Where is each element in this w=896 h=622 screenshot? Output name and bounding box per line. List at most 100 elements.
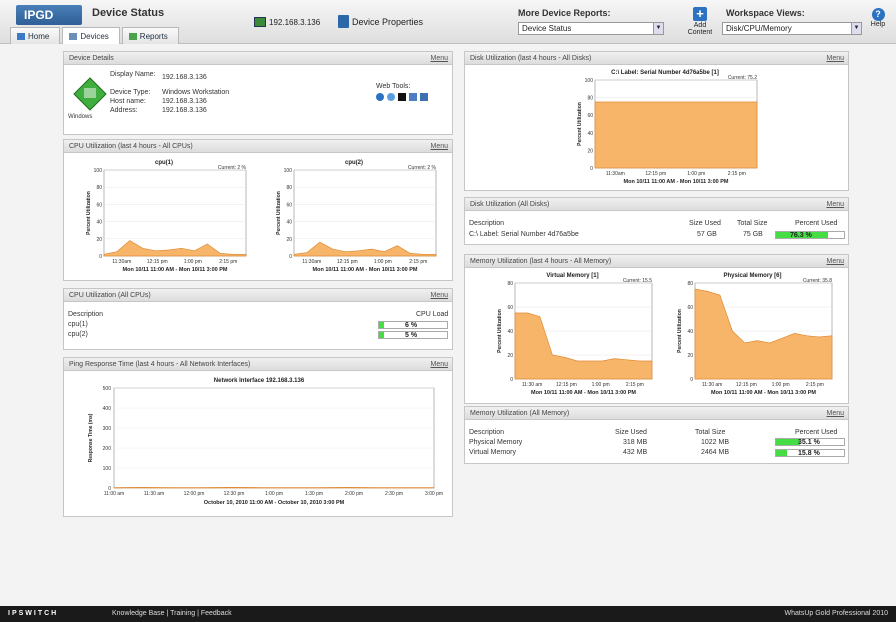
panel-menu-link[interactable]: Menu	[826, 407, 844, 420]
panel-menu-link[interactable]: Menu	[430, 52, 448, 65]
panel-header: CPU Utilization (All CPUs) Menu	[64, 289, 452, 302]
panel-menu-link[interactable]: Menu	[826, 255, 844, 268]
cpu-load-cell: 6 %	[378, 321, 448, 329]
y-tick-label: 60	[286, 202, 292, 208]
cpu-2-chart: cpu(2)Current: 2 %020406080100Percent Ut…	[276, 160, 437, 273]
panel-title: Disk Utilization (All Disks)	[470, 201, 550, 208]
panel-menu-link[interactable]: Menu	[430, 289, 448, 302]
x-range-label: Mon 10/11 11:00 AM - Mon 10/11 3:00 PM	[711, 390, 816, 396]
memory-percent-value: 35.1 %	[798, 439, 820, 446]
help-button[interactable]: ? Help	[866, 8, 890, 28]
memory-row-used: 432 MB	[623, 449, 648, 456]
product-name: WhatsUp Gold Professional 2010	[784, 610, 889, 617]
chart-area-series	[594, 101, 758, 169]
tab-home-label: Home	[28, 31, 50, 41]
tab-reports[interactable]: Reports	[121, 27, 179, 44]
disk-row-used: 57 GB	[697, 231, 717, 238]
page-title: Device Status	[92, 7, 165, 19]
cpu-load-bar	[379, 332, 385, 338]
cpu-load-value: 5 %	[405, 332, 418, 339]
x-range-label: Mon 10/11 11:00 AM - Mon 10/11 3:00 PM	[313, 267, 418, 273]
terminal-icon[interactable]	[398, 93, 406, 101]
x-tick-label: 11:30 am	[144, 491, 164, 497]
x-range-label: Mon 10/11 11:00 AM - Mon 10/11 3:00 PM	[624, 179, 729, 185]
y-tick-label: 40	[687, 329, 693, 335]
footer-links[interactable]: Knowledge Base | Training | Feedback	[112, 606, 232, 622]
y-tick-label: 0	[510, 377, 513, 383]
column-header: Percent Used	[795, 220, 838, 227]
device-properties-button[interactable]: Device Properties	[338, 15, 423, 28]
x-tick-label: 1:00 pm	[592, 382, 610, 388]
browser-icon[interactable]	[409, 93, 417, 101]
tab-home[interactable]: Home	[10, 27, 61, 44]
y-tick-label: 80	[507, 281, 513, 287]
x-range-label: Mon 10/11 11:00 AM - Mon 10/11 3:00 PM	[123, 267, 228, 273]
x-tick-label: 2:15 pm	[409, 259, 427, 265]
cpu-1-chart: cpu(1)Current: 2 %020406080100Percent Ut…	[86, 160, 247, 273]
x-tick-label: 11:30 am	[522, 382, 542, 388]
panel-header: Disk Utilization (last 4 hours - All Dis…	[465, 52, 848, 65]
x-tick-label: 11:00 am	[104, 491, 124, 497]
field-value: 192.168.3.136	[162, 107, 207, 114]
y-tick-label: 80	[587, 96, 593, 102]
y-tick-label: 20	[286, 237, 292, 243]
memory-percent-cell: 35.1 %	[775, 438, 845, 446]
help-label: Help	[870, 21, 886, 28]
cpu-load-bar	[379, 322, 385, 328]
x-tick-label: 12:30 pm	[224, 491, 245, 497]
chart-title: Physical Memory [6]	[723, 273, 781, 279]
x-tick-label: 1:30 pm	[305, 491, 323, 497]
y-tick-label: 40	[286, 220, 292, 226]
memory-percent-cell: 15.8 %	[775, 449, 845, 457]
help-icon: ?	[871, 8, 885, 21]
product-logo[interactable]: IPGD	[16, 5, 82, 25]
y-tick-label: 0	[590, 166, 593, 172]
x-tick-label: 3:00 pm	[425, 491, 443, 497]
x-range-label: Mon 10/11 11:00 AM - Mon 10/11 3:00 PM	[531, 390, 636, 396]
column-header: Size Used	[689, 220, 721, 227]
tools-icon[interactable]	[420, 93, 428, 101]
plus-icon: +	[693, 7, 707, 21]
field-value: 192.168.3.136	[162, 98, 207, 105]
y-tick-label: 20	[587, 148, 593, 154]
y-tick-label: 20	[96, 237, 102, 243]
memory-row-used: 318 MB	[623, 439, 648, 446]
chart-plot-area	[103, 169, 247, 257]
memory-row-total: 2464 MB	[701, 449, 730, 456]
x-tick-label: 11:30am	[302, 259, 321, 265]
chart-title: Virtual Memory [1]	[546, 273, 598, 279]
x-range-label: October 10, 2010 11:00 AM - October 10, …	[204, 500, 345, 506]
tab-devices[interactable]: Devices	[62, 27, 120, 44]
memory-row-desc: Virtual Memory	[469, 449, 516, 456]
refresh-icon[interactable]	[387, 93, 395, 101]
panel-menu-link[interactable]: Menu	[430, 358, 448, 371]
add-content-button[interactable]: + Add Content	[681, 7, 719, 37]
properties-icon	[338, 15, 349, 28]
panel-title: Ping Response Time (last 4 hours - All N…	[69, 361, 251, 368]
panel-menu-link[interactable]: Menu	[430, 140, 448, 153]
disk-percent-value: 76.3 %	[790, 232, 812, 239]
disk-c-chart: C:\ Label: Serial Number 4d76a5be [1]Cur…	[577, 70, 758, 185]
reports-icon	[128, 32, 137, 40]
x-tick-label: 2:15 pm	[219, 259, 237, 265]
panel-menu-link[interactable]: Menu	[826, 198, 844, 211]
device-details-panel: Device Details Menu Windows Display Name…	[63, 51, 453, 135]
app-header: IPGD Device Status Home Devices Reports …	[0, 0, 896, 44]
y-tick-label: 500	[103, 386, 112, 392]
ping-icon[interactable]	[376, 93, 384, 101]
memory-row-total: 1022 MB	[701, 439, 730, 446]
y-tick-label: 60	[587, 113, 593, 119]
more-reports-label: More Device Reports:	[518, 8, 611, 18]
more-reports-select[interactable]: Device Status ▼	[518, 22, 664, 35]
field-value: Windows Workstation	[162, 89, 230, 96]
workspace-views-select[interactable]: Disk/CPU/Memory ▼	[722, 22, 862, 35]
x-tick-label: 12:15 pm	[736, 382, 757, 388]
panel-menu-link[interactable]: Menu	[826, 52, 844, 65]
web-tools-bar	[376, 93, 428, 101]
memory-percent-bar	[776, 439, 800, 445]
column-header: Description	[68, 311, 104, 318]
y-axis-label: Percent Utilization	[677, 309, 683, 353]
memory-utilization-chart-panel: Memory Utilization (last 4 hours - All M…	[464, 254, 849, 404]
chart-title: C:\ Label: Serial Number 4d76a5be [1]	[611, 70, 719, 76]
x-tick-label: 11:30am	[606, 171, 625, 177]
